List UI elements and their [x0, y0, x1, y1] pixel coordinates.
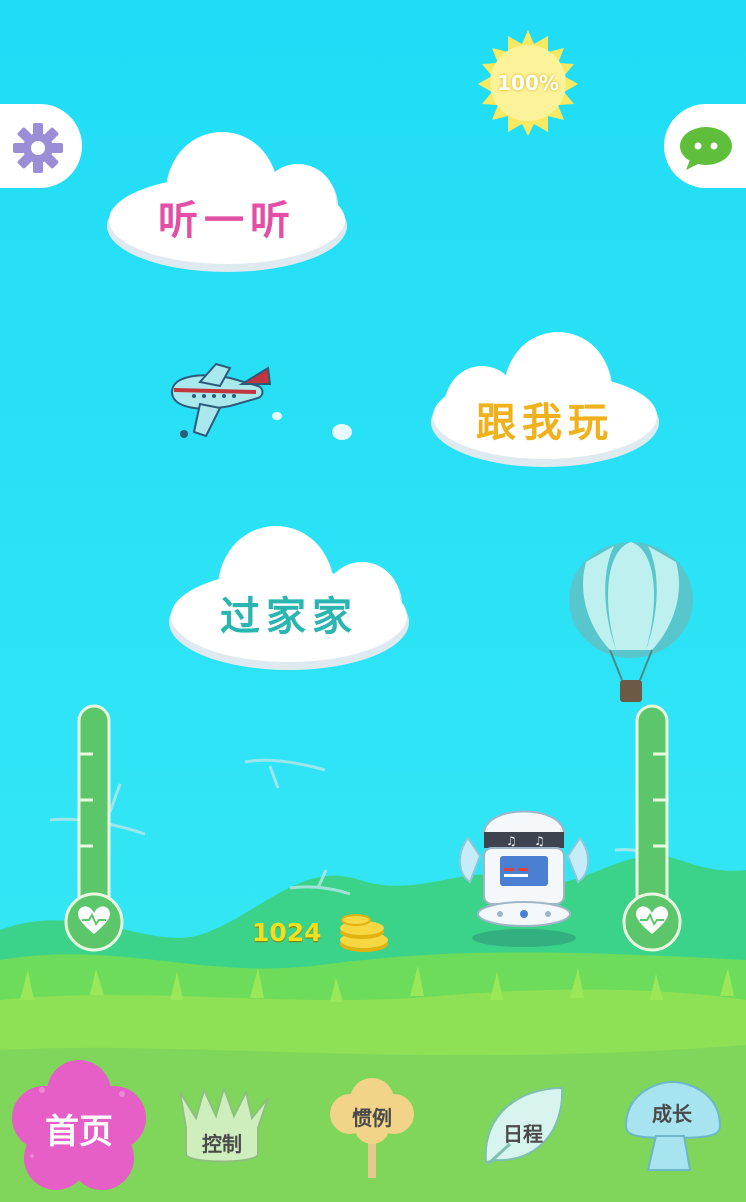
listen-label: 听一听 [158, 198, 296, 244]
nav-home-label: 首页 [45, 1112, 113, 1152]
gear-icon [13, 123, 63, 173]
house-label: 过家家 [220, 594, 358, 640]
nav-home-button[interactable]: 首页 [12, 1060, 146, 1192]
nav-schedule-button[interactable]: 日程 [480, 1084, 566, 1170]
nav-control-button[interactable]: 控制 [172, 1088, 272, 1168]
play-label: 跟我玩 [476, 400, 614, 446]
coins-icon [340, 914, 388, 952]
coin-count: 1024 [252, 918, 322, 947]
settings-button[interactable] [0, 104, 82, 188]
play-cloud-button[interactable]: 跟我玩 [428, 326, 662, 472]
house-cloud-button[interactable]: 过家家 [166, 522, 412, 676]
mushroom-icon [624, 1080, 722, 1171]
chat-icon [680, 127, 732, 170]
svg-text:♫: ♫ [534, 834, 545, 848]
chat-button[interactable] [664, 104, 746, 188]
nav-habits-label: 惯例 [352, 1106, 392, 1130]
heart-pulse-icon [78, 906, 110, 934]
nav-habits-button[interactable]: 惯例 [326, 1076, 418, 1180]
nav-growth-button[interactable]: 成长 [620, 1080, 724, 1174]
nav-growth-label: 成长 [652, 1102, 692, 1126]
heart-pulse-icon [636, 906, 668, 934]
battery-level-text: 100% [497, 71, 559, 95]
nav-schedule-label: 日程 [503, 1122, 543, 1146]
bottom-nav: 首页 控制 惯例 日程 成长 [0, 1056, 746, 1202]
listen-cloud-button[interactable]: 听一听 [104, 128, 350, 278]
nav-control-label: 控制 [202, 1132, 242, 1156]
svg-text:♫: ♫ [506, 834, 517, 848]
left-health-gauge [62, 704, 126, 952]
robot-icon[interactable]: ♫ ♫ [454, 790, 594, 950]
airplane-icon [170, 362, 272, 438]
right-health-gauge [620, 704, 684, 952]
hot-air-balloon-icon [569, 542, 693, 702]
